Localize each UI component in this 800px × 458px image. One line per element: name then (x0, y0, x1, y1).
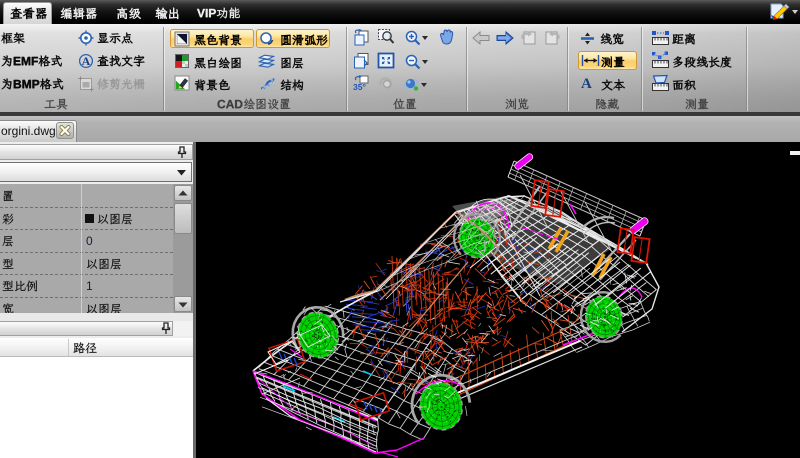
svg-text:A: A (82, 54, 91, 68)
svg-text:35°: 35° (353, 82, 366, 92)
